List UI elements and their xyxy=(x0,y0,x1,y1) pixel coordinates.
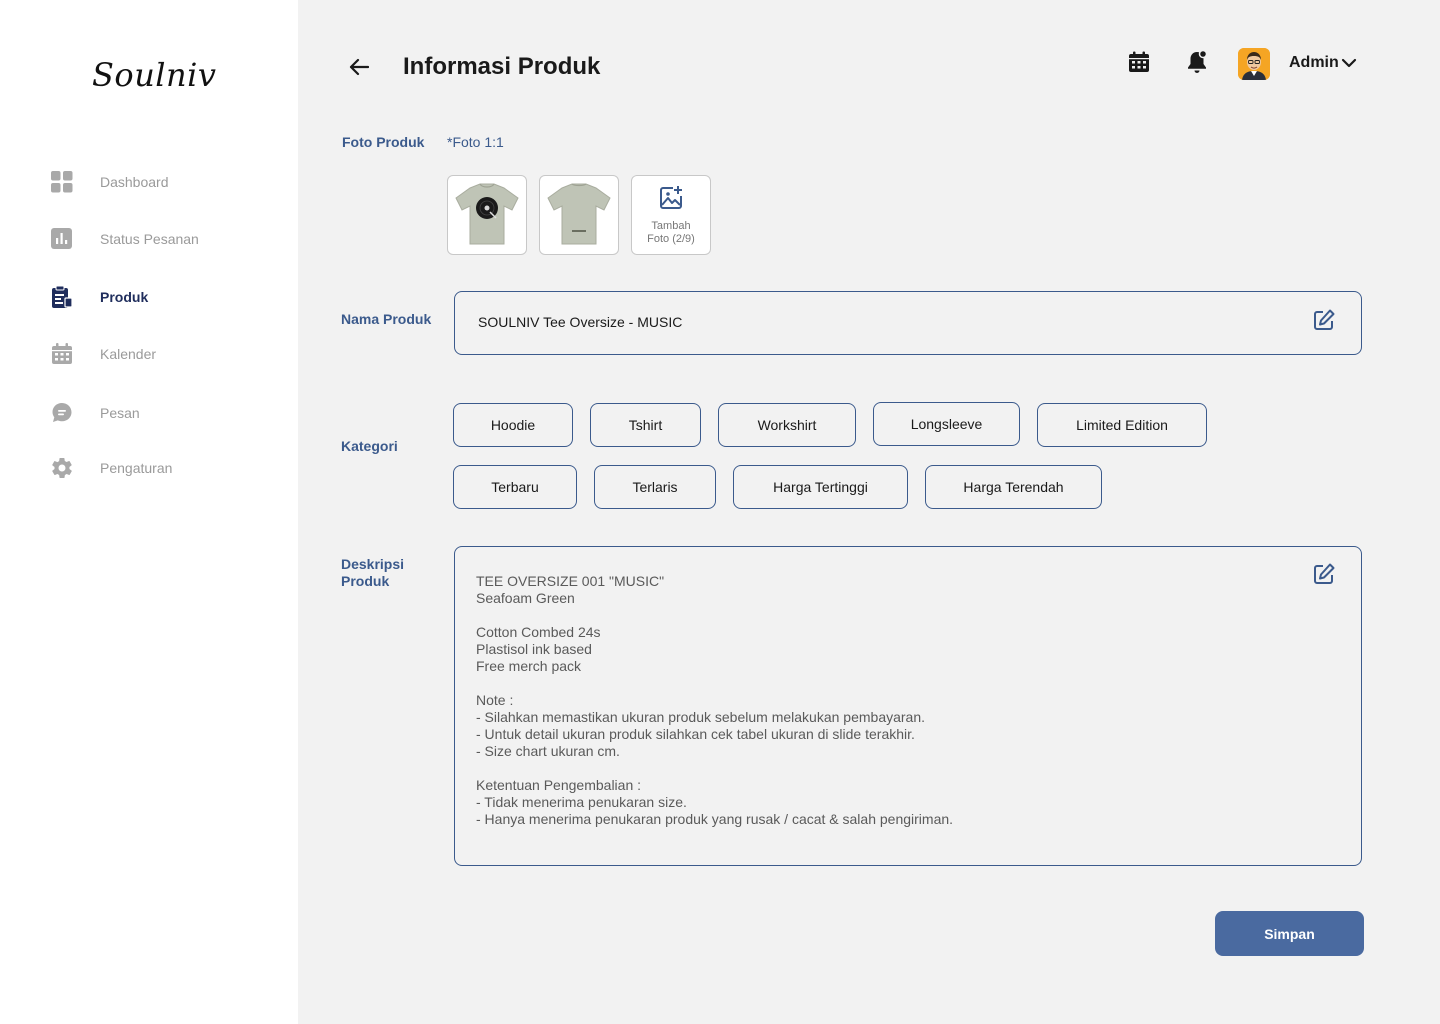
sidebar-item-status-pesanan[interactable]: Status Pesanan xyxy=(50,225,199,253)
category-chip-terlaris[interactable]: Terlaris xyxy=(594,465,716,509)
add-photo-button[interactable]: Tambah Foto (2/9) xyxy=(631,175,711,255)
category-chip-workshirt[interactable]: Workshirt xyxy=(718,403,856,447)
sidebar-item-kalender[interactable]: Kalender xyxy=(50,340,156,368)
sidebar-item-label: Dashboard xyxy=(100,174,169,190)
tshirt-front-image xyxy=(455,183,519,245)
edit-icon[interactable] xyxy=(1313,309,1335,331)
chat-bubble-icon xyxy=(50,401,74,425)
description-label: Deskripsi Produk xyxy=(341,556,404,590)
category-label: Kategori xyxy=(341,438,398,454)
add-photo-label: Tambah Foto (2/9) xyxy=(647,220,695,246)
add-photo-label-line2: Foto (2/9) xyxy=(647,232,695,245)
sidebar-item-label: Status Pesanan xyxy=(100,231,199,247)
photo-note: *Foto 1:1 xyxy=(447,134,504,150)
sidebar: Soulniv Dashboard Status Pesanan Produk … xyxy=(0,0,298,1024)
calendar-icon xyxy=(50,342,74,366)
bar-chart-icon xyxy=(50,227,74,251)
description-label-line2: Produk xyxy=(341,573,390,589)
product-photo-1[interactable] xyxy=(447,175,527,255)
bell-icon xyxy=(1185,49,1209,80)
gear-icon xyxy=(50,456,74,480)
dashboard-grid-icon xyxy=(50,170,74,194)
category-chip-harga-terendah[interactable]: Harga Terendah xyxy=(925,465,1102,509)
product-name-label: Nama Produk xyxy=(341,311,432,327)
sidebar-item-label: Pesan xyxy=(100,405,140,421)
edit-icon[interactable] xyxy=(1313,563,1335,585)
save-button[interactable]: Simpan xyxy=(1215,911,1364,956)
photo-label: Foto Produk xyxy=(342,134,425,150)
image-add-icon xyxy=(658,185,684,216)
sidebar-item-label: Kalender xyxy=(100,346,157,362)
product-name-value[interactable]: SOULNIV Tee Oversize - MUSIC xyxy=(478,314,682,330)
page-title: Informasi Produk xyxy=(403,53,601,80)
description-field[interactable]: TEE OVERSIZE 001 "MUSIC" Seafoam Green C… xyxy=(454,546,1362,866)
product-clipboard-icon xyxy=(50,285,74,309)
sidebar-item-label: Pengaturan xyxy=(100,460,173,476)
brand-logo: Soulniv xyxy=(92,56,217,94)
category-chip-harga-tertinggi[interactable]: Harga Tertinggi xyxy=(733,465,908,509)
category-chip-limited-edition[interactable]: Limited Edition xyxy=(1037,403,1207,447)
product-name-field[interactable]: SOULNIV Tee Oversize - MUSIC xyxy=(454,291,1362,355)
sidebar-item-pengaturan[interactable]: Pengaturan xyxy=(50,454,172,482)
category-chip-tshirt[interactable]: Tshirt xyxy=(590,403,701,447)
category-chip-longsleeve[interactable]: Longsleeve xyxy=(873,402,1020,446)
category-chip-hoodie[interactable]: Hoodie xyxy=(453,403,573,447)
chevron-down-icon[interactable] xyxy=(1341,56,1357,75)
avatar[interactable] xyxy=(1238,48,1270,80)
description-label-line1: Deskripsi xyxy=(341,556,405,572)
add-photo-label-line1: Tambah xyxy=(651,219,691,232)
product-photo-2[interactable] xyxy=(539,175,619,255)
user-name[interactable]: Admin xyxy=(1289,54,1339,72)
notification-button[interactable] xyxy=(1184,49,1210,80)
sidebar-item-dashboard[interactable]: Dashboard xyxy=(50,168,169,196)
category-chip-terbaru[interactable]: Terbaru xyxy=(453,465,577,509)
sidebar-item-pesan[interactable]: Pesan xyxy=(50,399,140,427)
tshirt-back-image xyxy=(547,183,611,245)
sidebar-item-label: Produk xyxy=(100,289,149,305)
description-text[interactable]: TEE OVERSIZE 001 "MUSIC" Seafoam Green C… xyxy=(476,573,953,828)
calendar-icon xyxy=(1127,50,1151,79)
arrow-left-icon xyxy=(349,58,370,81)
back-button[interactable] xyxy=(346,56,372,82)
sidebar-item-produk[interactable]: Produk xyxy=(50,283,148,311)
calendar-button[interactable] xyxy=(1126,51,1152,77)
